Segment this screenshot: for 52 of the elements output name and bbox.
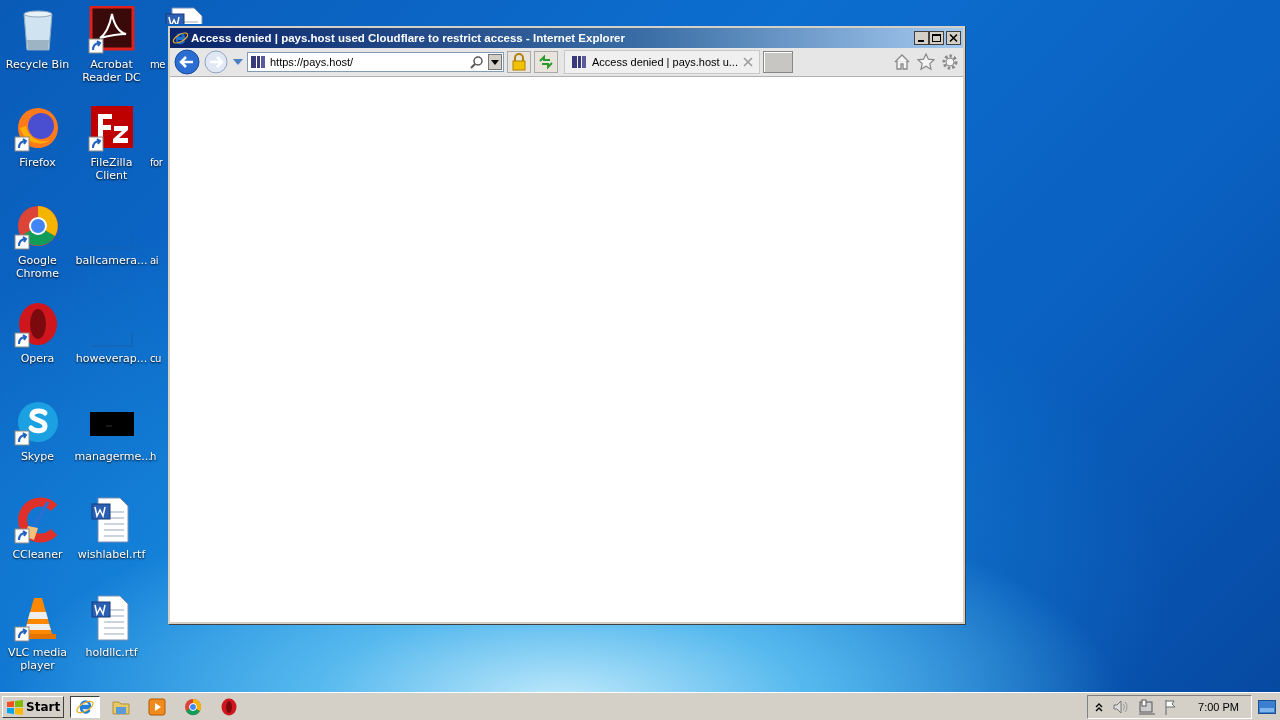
- icon-label[interactable]: holdllc.rtf: [85, 646, 138, 659]
- dropdown-button[interactable]: [488, 54, 502, 70]
- settings-icon[interactable]: [941, 53, 959, 71]
- icon-label[interactable]: FileZilla Client: [75, 156, 148, 182]
- icon-label[interactable]: cu: [150, 352, 161, 365]
- padlock-button[interactable]: [507, 51, 531, 73]
- icon-label[interactable]: CCleaner: [12, 548, 63, 561]
- icon-label[interactable]: VLC media player: [0, 646, 75, 672]
- icon-label[interactable]: managerme...: [74, 450, 149, 463]
- icon-label[interactable]: Acrobat Reader DC: [75, 58, 148, 84]
- minimize-button[interactable]: [914, 31, 929, 45]
- close-icon[interactable]: [742, 57, 753, 67]
- refresh-button[interactable]: [534, 51, 558, 73]
- close-button[interactable]: [946, 31, 961, 45]
- icon-label[interactable]: Firefox: [19, 156, 56, 169]
- speaker-icon[interactable]: [1112, 699, 1131, 715]
- icon-label[interactable]: howeverap...: [75, 352, 148, 365]
- icon-label[interactable]: me: [150, 58, 165, 71]
- address-text: https://pays.host/: [270, 56, 354, 68]
- new-tab-button[interactable]: [762, 51, 793, 73]
- star-icon[interactable]: [917, 53, 935, 71]
- icon-label[interactable]: ballcamera...: [75, 254, 148, 267]
- shortcut-server-icon[interactable]: [87, 104, 136, 152]
- start-button[interactable]: Start: [2, 696, 65, 718]
- show-desktop-button[interactable]: [1258, 700, 1276, 714]
- icon-label[interactable]: wishlabel.rtf: [77, 548, 146, 561]
- icon-label[interactable]: Google Chrome: [0, 254, 75, 280]
- shortcut-document-icon[interactable]: [87, 6, 136, 54]
- clock[interactable]: 7:00 PM: [1198, 701, 1239, 713]
- icon-label[interactable]: Opera: [20, 352, 55, 365]
- play-icon[interactable]: [147, 697, 168, 717]
- site-favicon-icon: [571, 54, 587, 70]
- window-title: Access denied | pays.host used Cloudflare to restrict access - Internet Explorer: [191, 32, 625, 44]
- search-icon[interactable]: [470, 55, 484, 69]
- maximize-button[interactable]: [929, 31, 944, 45]
- address-field[interactable]: https://pays.host/: [247, 52, 504, 72]
- icon-label[interactable]: Recycle Bin: [5, 58, 70, 71]
- site-favicon-icon: [250, 54, 266, 70]
- chevron-up-icon[interactable]: [1094, 701, 1105, 713]
- network-icon[interactable]: [1138, 699, 1157, 715]
- browser-icon[interactable]: [183, 697, 204, 717]
- icon-label[interactable]: ai: [150, 254, 158, 267]
- icon-label[interactable]: for: [150, 156, 163, 169]
- browser-tab[interactable]: Access denied | pays.host u...: [564, 50, 760, 74]
- browser-logo-icon: [172, 30, 188, 46]
- dropdown-arrow-icon[interactable]: [232, 57, 244, 67]
- icon-label[interactable]: h: [150, 450, 156, 463]
- icon-label[interactable]: Skype: [20, 450, 55, 463]
- home-icon[interactable]: [893, 53, 911, 71]
- windows-logo-icon: [6, 699, 24, 715]
- back-button[interactable]: [174, 49, 200, 75]
- browser-logo-icon[interactable]: [75, 697, 96, 717]
